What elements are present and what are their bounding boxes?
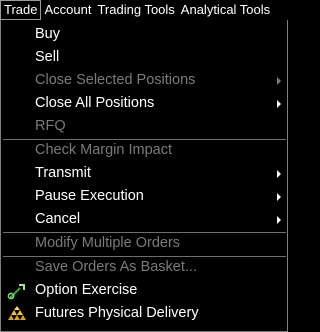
menu-item-save-orders-as-basket-label: Save Orders As Basket... xyxy=(35,259,197,275)
menu-item-close-all-positions[interactable]: Close All Positions xyxy=(1,92,287,115)
futures-delivery-icon xyxy=(8,306,26,320)
menu-item-buy-label: Buy xyxy=(35,26,60,42)
menu-item-cancel-label: Cancel xyxy=(35,211,81,227)
menu-analytical-tools[interactable]: Analytical Tools xyxy=(178,0,273,20)
submenu-arrow-icon xyxy=(277,193,281,201)
menu-item-futures-physical-delivery-label: Futures Physical Delivery xyxy=(35,305,199,321)
menu-item-modify-multiple-orders: Modify Multiple Orders xyxy=(1,232,287,255)
menu-analytical-tools-label: Analytical Tools xyxy=(180,2,271,17)
menu-account[interactable]: Account xyxy=(41,0,94,20)
menu-item-pause-execution-label: Pause Execution xyxy=(35,188,144,204)
menu-item-close-selected-positions: Close Selected Positions xyxy=(1,69,287,92)
submenu-arrow-icon xyxy=(277,170,281,178)
menu-item-option-exercise-label: Option Exercise xyxy=(35,282,138,298)
option-exercise-icon xyxy=(7,284,25,300)
submenu-arrow-icon xyxy=(277,100,281,108)
menu-trade-label: Trade xyxy=(4,2,38,17)
menu-item-transmit[interactable]: Transmit xyxy=(1,162,287,185)
menu-item-futures-physical-delivery[interactable]: Futures Physical Delivery xyxy=(1,302,287,325)
menu-item-save-orders-as-basket: Save Orders As Basket... xyxy=(1,256,287,279)
menu-item-buy[interactable]: Buy xyxy=(1,23,287,46)
trade-dropdown-menu: Buy Sell Close Selected Positions Close … xyxy=(0,20,288,332)
submenu-arrow-icon xyxy=(277,216,281,224)
menu-trading-tools-label: Trading Tools xyxy=(97,2,175,17)
menu-bar: Trade Account Trading Tools Analytical Tool… xyxy=(0,0,290,20)
menu-item-pause-execution[interactable]: Pause Execution xyxy=(1,185,287,208)
menu-item-sell[interactable]: Sell xyxy=(1,46,287,69)
menu-item-close-all-positions-label: Close All Positions xyxy=(35,95,155,111)
menu-item-sell-label: Sell xyxy=(35,49,60,65)
menu-item-check-margin-impact: Check Margin Impact xyxy=(1,139,287,162)
menu-item-transmit-label: Transmit xyxy=(35,165,91,181)
menu-item-option-exercise[interactable]: Option Exercise xyxy=(1,279,287,302)
menu-trade[interactable]: Trade xyxy=(0,0,42,20)
menu-item-modify-multiple-orders-label: Modify Multiple Orders xyxy=(35,235,181,251)
menu-item-rfq-label: RFQ xyxy=(35,118,66,134)
menu-item-rfq: RFQ xyxy=(1,115,287,138)
menu-account-label: Account xyxy=(44,2,92,17)
menu-item-cancel[interactable]: Cancel xyxy=(1,208,287,231)
menu-item-close-selected-positions-label: Close Selected Positions xyxy=(35,72,196,88)
menu-trading-tools[interactable]: Trading Tools xyxy=(94,0,177,20)
submenu-arrow-icon xyxy=(277,77,281,85)
menu-item-check-margin-impact-label: Check Margin Impact xyxy=(35,142,172,158)
